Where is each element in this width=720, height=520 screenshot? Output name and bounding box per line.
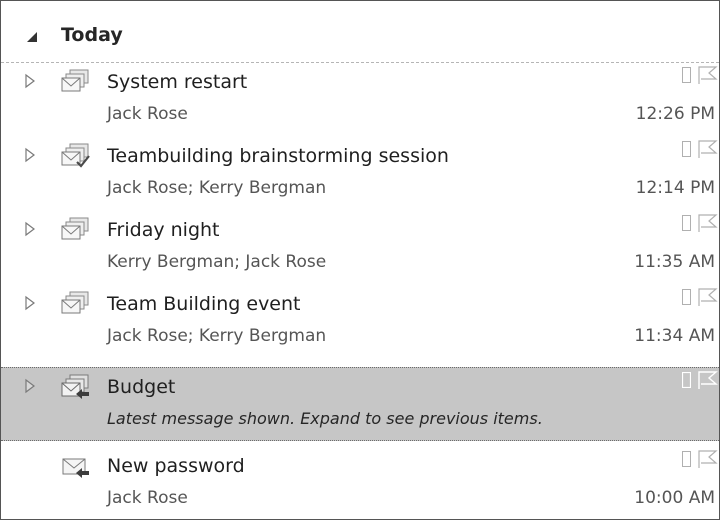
conversation-sender: Jack Rose [107,488,188,508]
conversation-subject: Teambuilding brainstorming session [107,145,449,167]
flag-icon[interactable] [697,449,719,469]
conversation-subject: System restart [107,71,248,93]
expand-arrow-icon[interactable] [23,295,37,311]
category-icon[interactable] [682,372,691,388]
conversation-item[interactable]: System restart Jack Rose 12:26 PM [1,63,719,137]
conversation-sender: Jack Rose; Kerry Bergman [107,326,327,346]
flag-icon[interactable] [697,287,719,307]
category-icon[interactable] [682,141,691,157]
flag-icon[interactable] [697,370,719,390]
conversation-item[interactable]: Friday night Kerry Bergman; Jack Rose 11… [1,211,719,285]
expand-arrow-icon[interactable] [23,378,37,394]
conversation-time: 12:26 PM [635,104,715,124]
conversation-subject: Team Building event [107,293,301,315]
envelope-stack-icon [61,69,89,92]
conversation-item[interactable]: New password Jack Rose 10:00 AM [1,447,719,519]
flag-icon[interactable] [697,139,719,159]
category-icon[interactable] [682,289,691,305]
conversation-time: 10:00 AM [634,488,715,508]
envelope-stack-reply-icon [61,374,89,399]
category-icon[interactable] [682,215,691,231]
envelope-stack-icon [61,291,89,314]
conversation-subject: Friday night [107,219,220,241]
conversation-time: 12:14 PM [635,178,715,198]
category-icon[interactable] [682,451,691,467]
expand-arrow-icon[interactable] [23,147,37,163]
expand-arrow-icon[interactable] [23,221,37,237]
flag-icon[interactable] [697,213,719,233]
conversation-item-selected[interactable]: Budget Latest message shown. Expand to s… [1,367,719,441]
group-header-today[interactable]: Today [1,1,719,63]
conversation-sender: Kerry Bergman; Jack Rose [107,252,327,272]
conversation-item[interactable]: Team Building event Jack Rose; Kerry Ber… [1,285,719,359]
conversation-item[interactable]: Teambuilding brainstorming session Jack … [1,137,719,211]
flag-icon[interactable] [697,65,719,85]
conversation-sender: Latest message shown. Expand to see prev… [107,409,543,428]
collapse-arrow-icon[interactable] [25,30,39,44]
message-list: Today System restart Jack Rose 12:26 PM [0,0,720,520]
conversation-sender: Jack Rose [107,104,188,124]
expand-arrow-icon[interactable] [23,73,37,89]
group-title: Today [61,24,123,46]
conversation-sender: Jack Rose; Kerry Bergman [107,178,327,198]
envelope-stack-check-icon [61,143,90,168]
conversation-time: 11:35 AM [634,252,715,272]
category-icon[interactable] [682,67,691,83]
envelope-reply-icon [62,458,89,478]
conversation-time: 11:34 AM [634,326,715,346]
envelope-stack-icon [61,217,89,240]
conversation-subject: Budget [107,376,176,398]
conversation-subject: New password [107,455,245,477]
